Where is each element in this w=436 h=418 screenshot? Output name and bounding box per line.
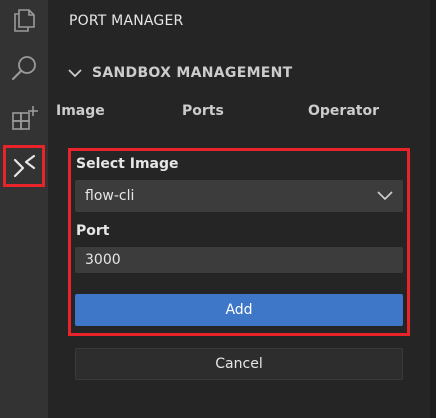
chevron-down-icon <box>68 68 82 78</box>
scrollbar[interactable] <box>430 0 436 418</box>
activity-bar <box>0 0 48 418</box>
chevron-down-icon <box>377 189 393 205</box>
select-image-label: Select Image <box>76 156 179 172</box>
tab-ports[interactable]: Ports <box>182 98 224 124</box>
image-select[interactable]: flow-cli <box>75 180 403 212</box>
section-header-sandbox[interactable]: SANDBOX MANAGEMENT <box>68 60 293 86</box>
tab-image[interactable]: Image <box>56 98 105 124</box>
port-input-value: 3000 <box>85 252 121 268</box>
image-select-value: flow-cli <box>85 188 135 204</box>
add-button[interactable]: Add <box>75 294 403 326</box>
tab-bar: Image Ports Operator <box>56 98 396 124</box>
port-input[interactable]: 3000 <box>75 247 403 273</box>
cancel-button[interactable]: Cancel <box>75 348 403 380</box>
search-icon[interactable] <box>4 48 44 88</box>
port-label: Port <box>76 223 110 239</box>
section-title: SANDBOX MANAGEMENT <box>92 65 293 81</box>
sidebar-title: PORT MANAGER <box>69 13 184 29</box>
explorer-icon[interactable] <box>4 0 44 40</box>
add-port-form: Select Image flow-cli Port 3000 Add <box>68 148 410 336</box>
port-manager-icon[interactable] <box>3 145 45 187</box>
extensions-icon[interactable] <box>4 98 44 138</box>
sidebar: PORT MANAGER SANDBOX MANAGEMENT Image Po… <box>48 0 436 418</box>
tab-operator[interactable]: Operator <box>308 98 379 124</box>
